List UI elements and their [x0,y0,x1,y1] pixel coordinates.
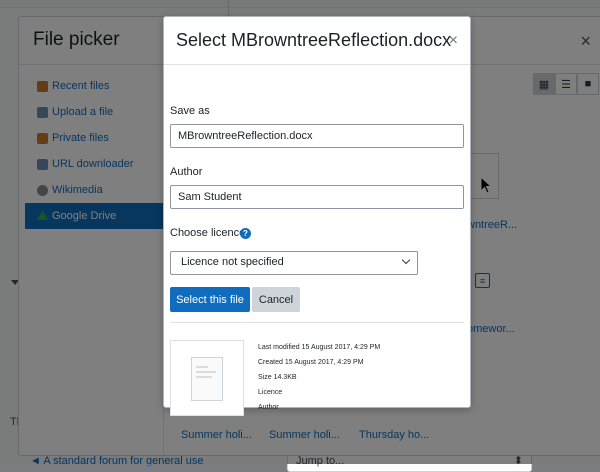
dialog-title: Select MBrowntreeReflection.docx [176,30,452,50]
licence-selected-value: Licence not specified [181,256,284,268]
chevron-down-icon [401,255,411,265]
dialog-header: Select MBrowntreeReflection.docx × [164,17,470,65]
author-detail-label: Author [258,404,279,411]
close-icon[interactable]: × [449,32,458,50]
last-modified-value: 15 August 2017, 4:29 PM [301,344,381,351]
file-preview [170,340,244,416]
size-row: Size 14.3KB [258,374,297,381]
size-value: 14.3KB [273,374,297,381]
dialog-separator [170,322,464,323]
cancel-button[interactable]: Cancel [252,287,300,312]
created-label: Created [258,359,283,366]
help-icon[interactable]: ? [240,228,251,239]
created-row: Created 15 August 2017, 4:29 PM [258,359,363,366]
select-this-file-button[interactable]: Select this file [170,287,250,312]
size-label: Size [258,374,272,381]
author-row: Author [258,404,279,411]
author-label: Author [170,166,203,178]
select-file-dialog: Select MBrowntreeReflection.docx × Save … [163,16,471,416]
licence-detail-label: Licence [258,389,283,396]
created-value: 15 August 2017, 4:29 PM [284,359,364,366]
author-input[interactable] [170,185,464,209]
choose-licence-label: Choose licence [170,227,246,239]
last-modified-label: Last modified [258,344,300,351]
document-preview-icon [191,357,223,401]
save-as-label: Save as [170,105,210,117]
last-modified-row: Last modified 15 August 2017, 4:29 PM [258,344,380,351]
licence-row: Licence [258,389,282,396]
licence-select[interactable]: Licence not specified [170,251,418,275]
save-as-input[interactable] [170,124,464,148]
